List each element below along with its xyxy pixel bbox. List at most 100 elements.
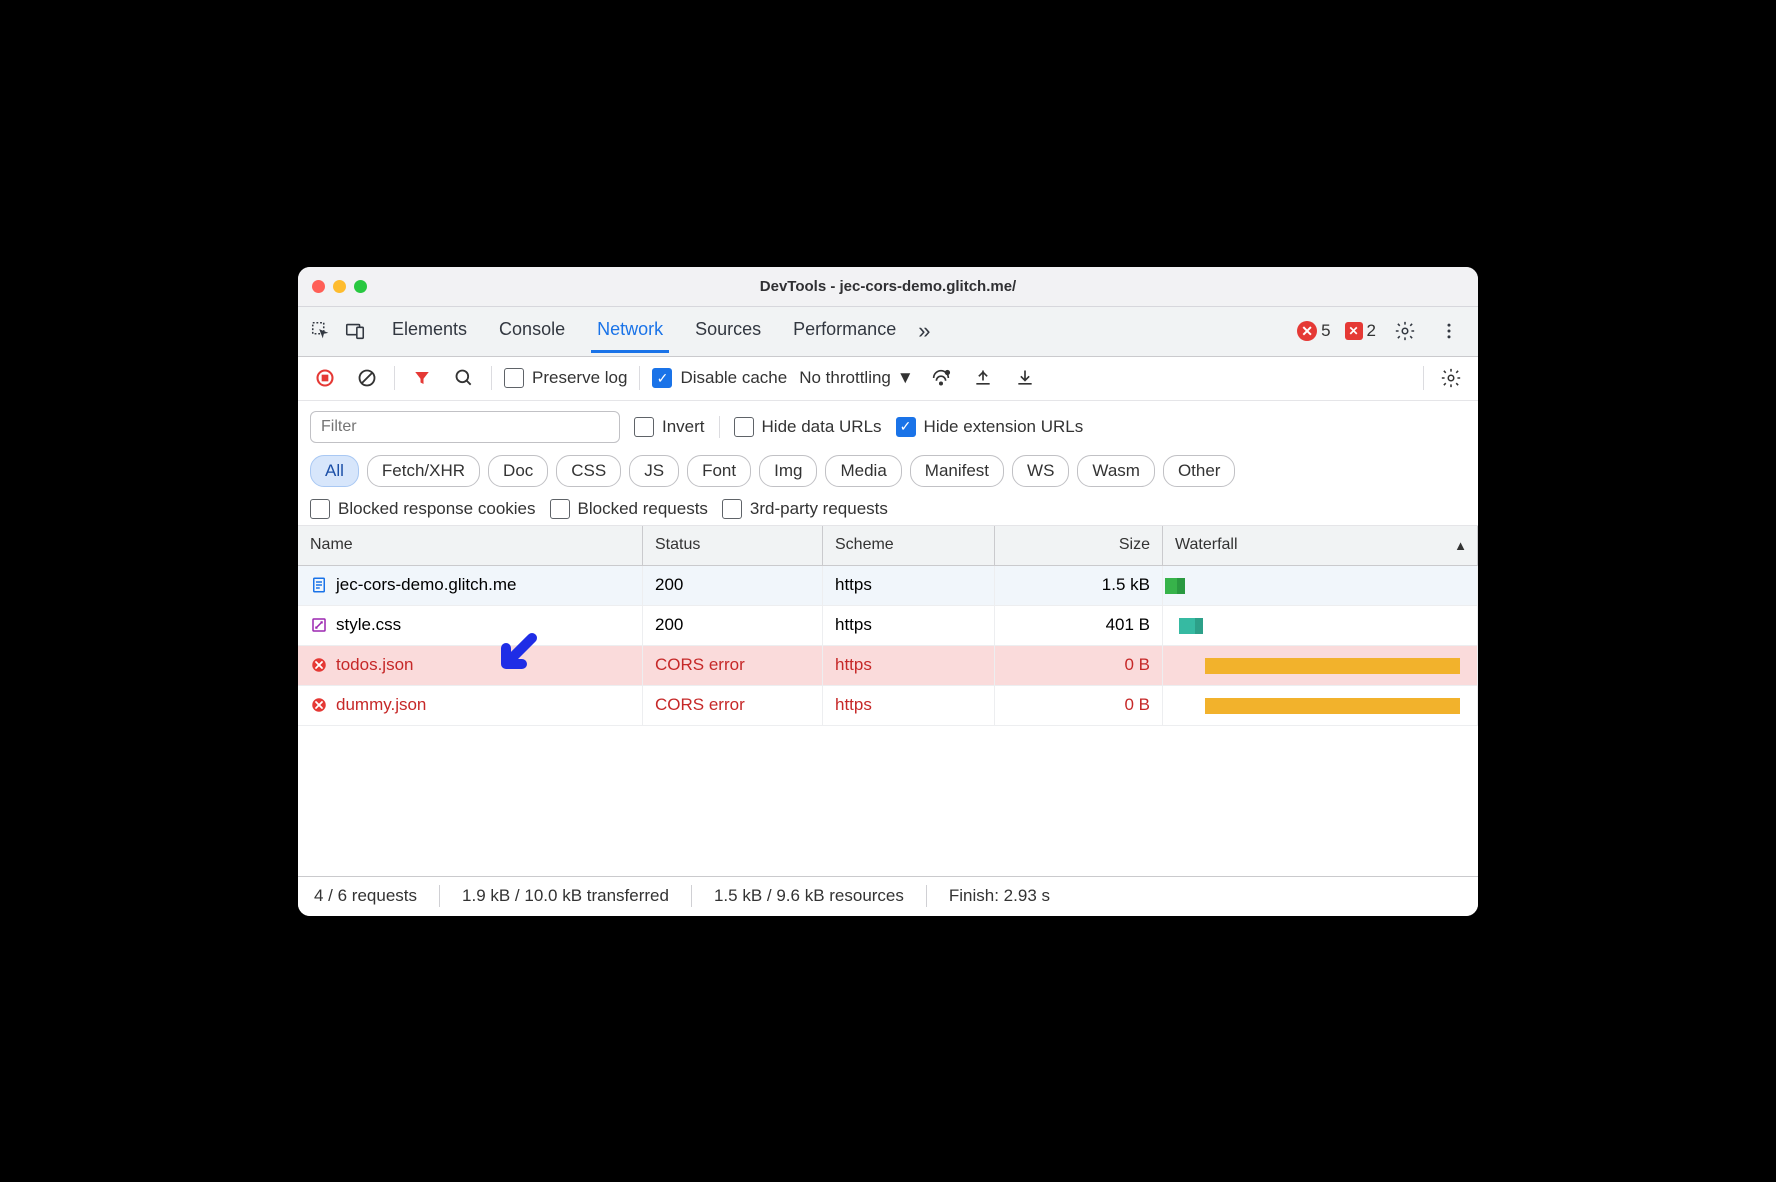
column-status[interactable]: Status xyxy=(643,526,823,565)
tab-performance[interactable]: Performance xyxy=(787,309,902,353)
preserve-log-checkbox[interactable]: Preserve log xyxy=(504,368,627,388)
checkbox-icon xyxy=(550,499,570,519)
column-name[interactable]: Name xyxy=(298,526,643,565)
throttling-value: No throttling xyxy=(799,368,891,388)
maximize-icon[interactable] xyxy=(354,280,367,293)
cell-name: style.css xyxy=(298,606,643,645)
waterfall-label: Waterfall xyxy=(1175,536,1238,554)
table-body: jec-cors-demo.glitch.me200https1.5 kBsty… xyxy=(298,566,1478,876)
blocked-requests-checkbox[interactable]: Blocked requests xyxy=(550,499,708,519)
blocked-cookies-label: Blocked response cookies xyxy=(338,499,536,519)
settings-icon[interactable] xyxy=(1390,316,1420,346)
chip-font[interactable]: Font xyxy=(687,455,751,487)
chip-all[interactable]: All xyxy=(310,455,359,487)
hide-data-urls-checkbox[interactable]: Hide data URLs xyxy=(734,417,882,437)
filter-icon[interactable] xyxy=(407,363,437,393)
cell-scheme: https xyxy=(823,646,995,685)
cell-waterfall xyxy=(1163,646,1478,685)
table-row[interactable]: style.css200https401 B xyxy=(298,606,1478,646)
tab-network[interactable]: Network xyxy=(591,309,669,353)
requests-count: 4 / 6 requests xyxy=(314,886,417,906)
cell-size: 0 B xyxy=(995,686,1163,725)
errors-badge[interactable]: ✕ 5 xyxy=(1297,321,1330,341)
chip-wasm[interactable]: Wasm xyxy=(1077,455,1155,487)
cell-name: dummy.json xyxy=(298,686,643,725)
network-toolbar: Preserve log ✓ Disable cache No throttli… xyxy=(298,357,1478,401)
tabs-bar: Elements Console Network Sources Perform… xyxy=(298,307,1478,357)
record-icon[interactable] xyxy=(310,363,340,393)
cell-waterfall xyxy=(1163,566,1478,605)
cell-scheme: https xyxy=(823,606,995,645)
import-har-icon[interactable] xyxy=(1010,363,1040,393)
more-tabs-icon[interactable]: » xyxy=(918,318,930,344)
minimize-icon[interactable] xyxy=(333,280,346,293)
devtools-window: DevTools - jec-cors-demo.glitch.me/ Elem… xyxy=(298,267,1478,916)
throttling-select[interactable]: No throttling ▼ xyxy=(799,368,914,388)
issues-badge[interactable]: ✕ 2 xyxy=(1345,321,1376,341)
chip-img[interactable]: Img xyxy=(759,455,817,487)
kebab-menu-icon[interactable] xyxy=(1434,316,1464,346)
inspect-icon[interactable] xyxy=(306,316,336,346)
checkbox-icon: ✓ xyxy=(896,417,916,437)
hide-data-urls-label: Hide data URLs xyxy=(762,417,882,437)
checkbox-icon xyxy=(504,368,524,388)
chip-manifest[interactable]: Manifest xyxy=(910,455,1004,487)
panel-settings-icon[interactable] xyxy=(1436,363,1466,393)
table-header: Name Status Scheme Size Waterfall ▲ xyxy=(298,526,1478,566)
chip-media[interactable]: Media xyxy=(825,455,901,487)
column-waterfall[interactable]: Waterfall ▲ xyxy=(1163,526,1478,565)
hide-extension-urls-checkbox[interactable]: ✓ Hide extension URLs xyxy=(896,417,1084,437)
sort-ascending-icon: ▲ xyxy=(1454,538,1467,553)
finish-time: Finish: 2.93 s xyxy=(949,886,1050,906)
cell-status: 200 xyxy=(643,566,823,605)
cell-name: jec-cors-demo.glitch.me xyxy=(298,566,643,605)
cell-status: 200 xyxy=(643,606,823,645)
filter-input[interactable] xyxy=(310,411,620,443)
export-har-icon[interactable] xyxy=(968,363,998,393)
cell-status: CORS error xyxy=(643,646,823,685)
checkbox-icon xyxy=(734,417,754,437)
cell-scheme: https xyxy=(823,566,995,605)
device-toolbar-icon[interactable] xyxy=(340,316,370,346)
disable-cache-checkbox[interactable]: ✓ Disable cache xyxy=(652,368,787,388)
third-party-label: 3rd-party requests xyxy=(750,499,888,519)
tab-console[interactable]: Console xyxy=(493,309,571,353)
preserve-log-label: Preserve log xyxy=(532,368,627,388)
column-size[interactable]: Size xyxy=(995,526,1163,565)
invert-label: Invert xyxy=(662,417,705,437)
blocked-requests-label: Blocked requests xyxy=(578,499,708,519)
chip-js[interactable]: JS xyxy=(629,455,679,487)
titlebar: DevTools - jec-cors-demo.glitch.me/ xyxy=(298,267,1478,307)
issue-count: 2 xyxy=(1367,321,1376,341)
resources-size: 1.5 kB / 9.6 kB resources xyxy=(714,886,904,906)
chip-fetch-xhr[interactable]: Fetch/XHR xyxy=(367,455,480,487)
blocked-cookies-checkbox[interactable]: Blocked response cookies xyxy=(310,499,536,519)
error-count: 5 xyxy=(1321,321,1330,341)
chip-doc[interactable]: Doc xyxy=(488,455,548,487)
tab-sources[interactable]: Sources xyxy=(689,309,767,353)
cell-waterfall xyxy=(1163,606,1478,645)
clear-icon[interactable] xyxy=(352,363,382,393)
column-scheme[interactable]: Scheme xyxy=(823,526,995,565)
chip-other[interactable]: Other xyxy=(1163,455,1236,487)
cell-size: 401 B xyxy=(995,606,1163,645)
third-party-checkbox[interactable]: 3rd-party requests xyxy=(722,499,888,519)
transferred-size: 1.9 kB / 10.0 kB transferred xyxy=(462,886,669,906)
disable-cache-label: Disable cache xyxy=(680,368,787,388)
network-conditions-icon[interactable] xyxy=(926,363,956,393)
search-icon[interactable] xyxy=(449,363,479,393)
cell-scheme: https xyxy=(823,686,995,725)
close-icon[interactable] xyxy=(312,280,325,293)
invert-checkbox[interactable]: Invert xyxy=(634,417,705,437)
tab-elements[interactable]: Elements xyxy=(386,309,473,353)
chip-css[interactable]: CSS xyxy=(556,455,621,487)
table-row[interactable]: todos.jsonCORS errorhttps0 B xyxy=(298,646,1478,686)
checkbox-icon xyxy=(634,417,654,437)
panel-tabs: Elements Console Network Sources Perform… xyxy=(386,309,902,353)
chevron-down-icon: ▼ xyxy=(897,368,914,388)
chip-ws[interactable]: WS xyxy=(1012,455,1069,487)
table-row[interactable]: jec-cors-demo.glitch.me200https1.5 kB xyxy=(298,566,1478,606)
table-row[interactable]: dummy.jsonCORS errorhttps0 B xyxy=(298,686,1478,726)
type-filter-chips: AllFetch/XHRDocCSSJSFontImgMedia Manifest… xyxy=(310,455,1466,487)
status-footer: 4 / 6 requests 1.9 kB / 10.0 kB transfer… xyxy=(298,876,1478,916)
